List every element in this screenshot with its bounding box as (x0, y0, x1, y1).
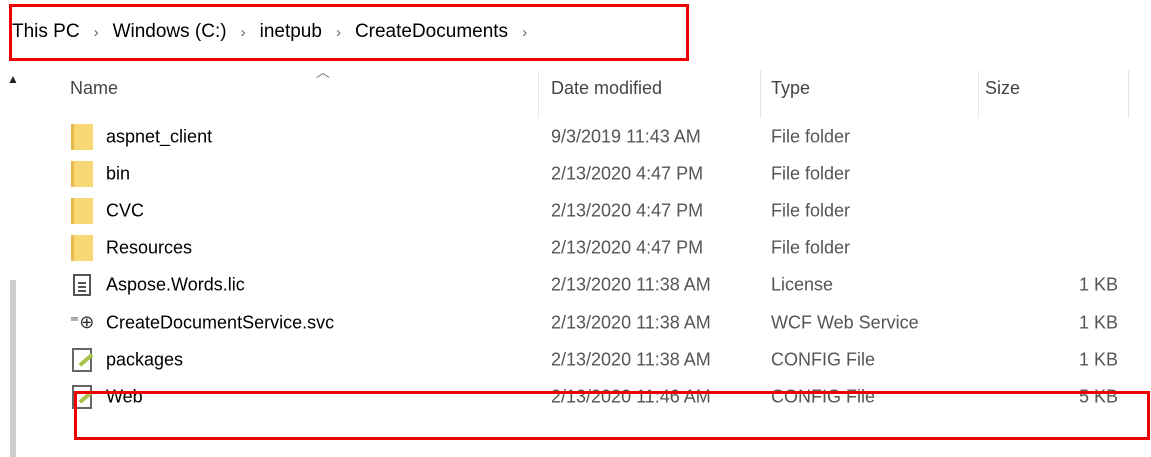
file-type: File folder (771, 237, 851, 258)
file-name: packages (106, 349, 184, 370)
folder-icon (70, 123, 94, 150)
file-name: CVC (106, 200, 145, 221)
file-type: File folder (771, 163, 851, 184)
column-divider[interactable] (760, 70, 761, 118)
file-row-packages[interactable]: packages 2/13/2020 11:38 AM CONFIG File … (28, 341, 1138, 378)
file-date: 2/13/2020 11:38 AM (551, 349, 711, 370)
column-divider[interactable] (538, 70, 539, 118)
column-header-row: ︿ Name Date modified Type Size (28, 62, 1138, 118)
navigation-scrollbar[interactable] (10, 280, 16, 457)
document-icon (70, 272, 94, 298)
file-date: 2/13/2020 11:38 AM (551, 274, 711, 295)
file-date: 2/13/2020 4:47 PM (551, 237, 704, 258)
file-type: License (771, 274, 834, 295)
file-row-aspose-words-lic[interactable]: Aspose.Words.lic 2/13/2020 11:38 AM Lice… (28, 267, 1138, 304)
file-type: WCF Web Service (771, 312, 919, 333)
file-type: File folder (771, 200, 851, 221)
file-name: CreateDocumentService.svc (106, 312, 335, 333)
folder-icon (70, 235, 94, 262)
file-size: 1 KB (1078, 274, 1118, 295)
column-header-size[interactable]: Size (985, 78, 1020, 99)
column-header-type[interactable]: Type (771, 78, 810, 99)
file-name: Aspose.Words.lic (106, 274, 245, 295)
file-type: File folder (771, 126, 851, 147)
file-date: 2/13/2020 4:47 PM (551, 163, 704, 184)
folder-icon (70, 197, 94, 224)
column-divider[interactable] (1128, 70, 1129, 118)
file-size: 1 KB (1078, 312, 1118, 333)
file-row-cvc[interactable]: CVC 2/13/2020 4:47 PM File folder (28, 192, 1138, 229)
file-date: 2/13/2020 11:38 AM (551, 312, 711, 333)
column-divider[interactable] (978, 70, 979, 118)
file-row-aspnet-client[interactable]: aspnet_client 9/3/2019 11:43 AM File fol… (28, 118, 1138, 155)
file-date: 2/13/2020 4:47 PM (551, 200, 704, 221)
file-name: aspnet_client (106, 126, 213, 147)
file-name: bin (106, 163, 131, 184)
config-file-icon (70, 347, 94, 373)
scroll-up-arrow-icon[interactable]: ▲ (7, 72, 19, 86)
file-type: CONFIG File (771, 349, 876, 370)
column-header-name[interactable]: Name (70, 78, 118, 99)
column-header-date-modified[interactable]: Date modified (551, 78, 662, 99)
file-name: Resources (106, 237, 193, 258)
file-row-bin[interactable]: bin 2/13/2020 4:47 PM File folder (28, 155, 1138, 192)
file-size: 1 KB (1078, 349, 1118, 370)
file-date: 9/3/2019 11:43 AM (551, 126, 701, 147)
web-row-highlight-box (74, 391, 1150, 440)
breadcrumb-highlight-box (9, 4, 689, 61)
folder-icon (70, 160, 94, 187)
file-list: aspnet_client 9/3/2019 11:43 AM File fol… (28, 118, 1138, 416)
file-row-resources[interactable]: Resources 2/13/2020 4:47 PM File folder (28, 230, 1138, 267)
web-service-icon: ⁼⊕ (69, 312, 95, 333)
sort-ascending-icon: ︿ (316, 64, 330, 80)
file-row-createdocumentservice-svc[interactable]: ⁼⊕ CreateDocumentService.svc 2/13/2020 1… (28, 304, 1138, 341)
